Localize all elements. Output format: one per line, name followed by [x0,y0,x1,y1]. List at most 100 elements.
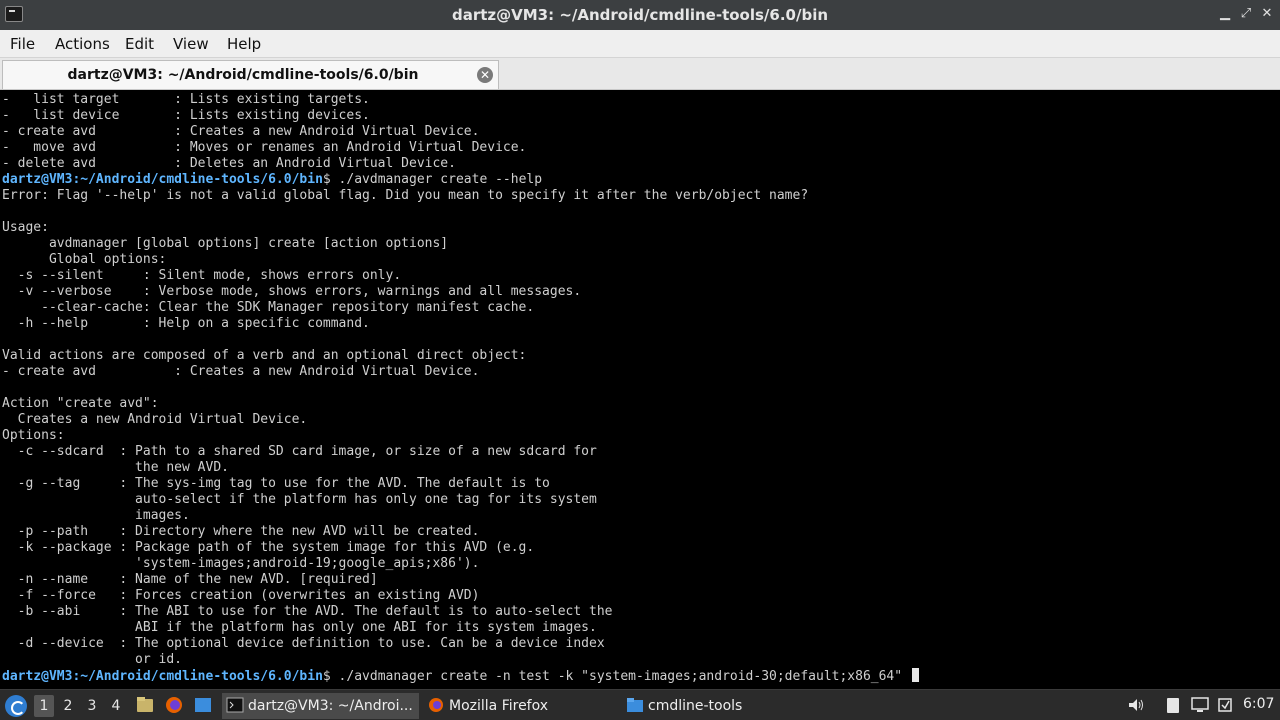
terminal-line: Options: [2,428,919,444]
output-text: - list device : Lists existing devices. [2,108,370,123]
terminal-line: -s --silent : Silent mode, shows errors … [2,268,919,284]
file-manager-launcher-icon[interactable] [135,695,155,715]
menu-bar: File Actions Edit View Help [0,30,1280,58]
shell-prompt: dartz@VM3:~/Android/cmdline-tools/6.0/bi… [2,172,323,187]
output-text: images. [2,508,190,523]
terminal-icon [226,697,244,713]
output-text: Usage: [2,220,49,235]
terminal-line: auto-select if the platform has only one… [2,492,919,508]
workspace-3[interactable]: 3 [82,695,102,717]
display-icon[interactable] [1191,696,1209,714]
terminal-line: -b --abi : The ABI to use for the AVD. T… [2,604,919,620]
window-titlebar[interactable]: dartz@VM3: ~/Android/cmdline-tools/6.0/b… [0,0,1280,30]
output-text: 'system-images;android-19;google_apis;x8… [2,556,480,571]
window-title: dartz@VM3: ~/Android/cmdline-tools/6.0/b… [451,6,829,24]
terminal-line: -f --force : Forces creation (overwrites… [2,588,919,604]
terminal-line: -d --device : The optional device defini… [2,636,919,652]
terminal-line: - list target : Lists existing targets. [2,92,919,108]
terminal-line: Global options: [2,252,919,268]
terminal-lines: - list target : Lists existing targets. -… [2,92,919,684]
minimize-button[interactable]: ▁ [1215,4,1235,24]
maximize-button[interactable]: ⤢ [1236,4,1256,24]
terminal-line: -h --help : Help on a specific command. [2,316,919,332]
close-button[interactable]: ✕ [1257,4,1277,24]
desktop-launcher-icon[interactable] [193,695,213,715]
terminal-line: the new AVD. [2,460,919,476]
volume-icon[interactable] [1127,696,1145,714]
terminal-prompt-line: dartz@VM3:~/Android/cmdline-tools/6.0/bi… [2,668,919,684]
terminal-line: -g --tag : The sys-img tag to use for th… [2,476,919,492]
output-text: Error: Flag '--help' is not a valid glob… [2,188,809,203]
task-terminal-label: dartz@VM3: ~/Androi... [248,698,413,714]
output-text: or id. [2,652,183,667]
terminal-line: images. [2,508,919,524]
output-text: Global options: [2,252,167,267]
workspace-2[interactable]: 2 [58,695,78,717]
output-text: -d --device : The optional device defini… [2,636,605,651]
start-menu-icon[interactable] [5,695,27,717]
output-text: Options: [2,428,65,443]
output-text: -p --path : Directory where the new AVD … [2,524,480,539]
task-firefox[interactable]: Mozilla Firefox [423,693,618,719]
terminal-line: -v --verbose : Verbose mode, shows error… [2,284,919,300]
terminal-line: - create avd : Creates a new Android Vir… [2,364,919,380]
terminal-line: -n --name : Name of the new AVD. [requir… [2,572,919,588]
terminal-line: Valid actions are composed of a verb and… [2,348,919,364]
terminal-line: Error: Flag '--help' is not a valid glob… [2,188,919,204]
output-text: Action "create avd": [2,396,159,411]
menu-actions[interactable]: Actions [55,35,110,53]
terminal-line: - list device : Lists existing devices. [2,108,919,124]
task-firefox-label: Mozilla Firefox [449,698,549,714]
terminal-line: -p --path : Directory where the new AVD … [2,524,919,540]
menu-file[interactable]: File [10,35,35,53]
firefox-icon [429,698,443,712]
terminal-line: -k --package : Package path of the syste… [2,540,919,556]
terminal-line: Usage: [2,220,919,236]
tab-label: dartz@VM3: ~/Android/cmdline-tools/6.0/b… [67,67,419,83]
tab-close-icon[interactable]: ✕ [477,67,493,83]
shell-prompt: dartz@VM3:~/Android/cmdline-tools/6.0/bi… [2,669,323,684]
terminal-line: - delete avd : Deletes an Android Virtua… [2,156,919,172]
terminal-line: or id. [2,652,919,668]
output-text: -v --verbose : Verbose mode, shows error… [2,284,582,299]
clipboard-icon[interactable] [1164,696,1182,714]
output-text: -h --help : Help on a specific command. [2,316,370,331]
taskbar: 1 2 3 4 dartz@VM3: ~/Androi... Mozilla F… [0,689,1280,720]
text-cursor [911,668,919,682]
output-text: Valid actions are composed of a verb and… [2,348,527,363]
terminal-line: - create avd : Creates a new Android Vir… [2,124,919,140]
terminal-output[interactable]: - list target : Lists existing targets. -… [0,91,1280,689]
output-text: avdmanager [global options] create [acti… [2,236,449,251]
terminal-prompt-line: dartz@VM3:~/Android/cmdline-tools/6.0/bi… [2,172,919,188]
terminal-line: Creates a new Android Virtual Device. [2,412,919,428]
menu-view[interactable]: View [173,35,209,53]
terminal-line: 'system-images;android-19;google_apis;x8… [2,556,919,572]
output-text: -n --name : Name of the new AVD. [requir… [2,572,378,587]
output-text: - delete avd : Deletes an Android Virtua… [2,156,456,171]
firefox-launcher-icon[interactable] [164,695,184,715]
tab-bar: dartz@VM3: ~/Android/cmdline-tools/6.0/b… [0,58,1280,90]
task-terminal[interactable]: dartz@VM3: ~/Androi... [222,693,419,719]
terminal-line: avdmanager [global options] create [acti… [2,236,919,252]
menu-help[interactable]: Help [227,35,261,53]
output-text: --clear-cache: Clear the SDK Manager rep… [2,300,535,315]
terminal-line: -c --sdcard : Path to a shared SD card i… [2,444,919,460]
output-text: -c --sdcard : Path to a shared SD card i… [2,444,597,459]
workspace-1[interactable]: 1 [34,695,54,717]
terminal-line: --clear-cache: Clear the SDK Manager rep… [2,300,919,316]
output-text: -k --package : Package path of the syste… [2,540,535,555]
workspace-4[interactable]: 4 [106,695,126,717]
output-text: - create avd : Creates a new Android Vir… [2,124,480,139]
tab-terminal[interactable]: dartz@VM3: ~/Android/cmdline-tools/6.0/b… [2,60,499,89]
command-text: $ ./avdmanager create -n test -k "system… [322,669,910,684]
task-file-manager[interactable]: cmdline-tools [622,693,817,719]
output-text: the new AVD. [2,460,229,475]
output-text: - list target : Lists existing targets. [2,92,370,107]
output-text: -s --silent : Silent mode, shows errors … [2,268,402,283]
menu-edit[interactable]: Edit [125,35,154,53]
folder-icon [627,698,643,712]
command-text: $ ./avdmanager create --help [322,172,543,187]
network-icon[interactable] [1216,696,1234,714]
